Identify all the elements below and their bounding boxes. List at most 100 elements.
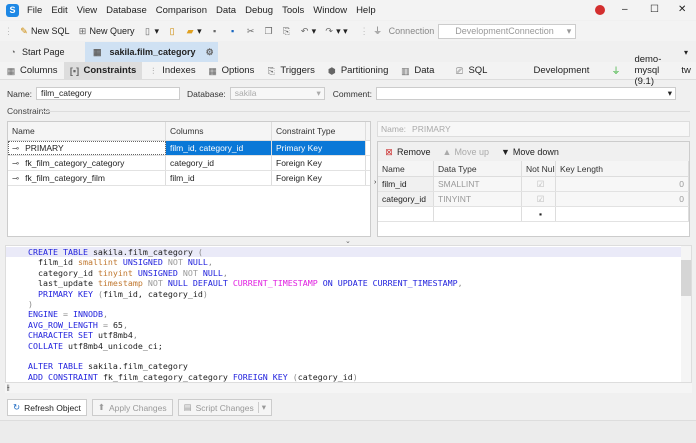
new-query-button[interactable]: ⊞ New Query <box>78 26 135 36</box>
constraint-columns-cell[interactable]: film_id, category_id <box>166 141 272 155</box>
new-row[interactable]: ▪ <box>378 207 689 222</box>
constraint-name-cell[interactable]: ⊸ fk_film_category_category <box>8 156 166 170</box>
sql-editor[interactable]: CREATE TABLE sakila.film_category ( film… <box>5 245 692 383</box>
tab-options[interactable]: ▦ Options <box>202 62 261 80</box>
constraints-icon: [▪] <box>69 65 80 76</box>
move-down-button[interactable]: ▼ Move down <box>501 147 559 157</box>
refresh-object-button[interactable]: ↻ Refresh Object <box>7 399 87 416</box>
empty-cell[interactable] <box>434 207 522 221</box>
column-name-cell[interactable]: category_id <box>378 192 434 206</box>
not-null-checkbox[interactable]: ☑ <box>522 177 556 191</box>
constraint-columns-cell[interactable]: film_id <box>166 171 272 185</box>
tab-partitioning[interactable]: ⬢ Partitioning <box>321 62 395 80</box>
constraint-type-cell[interactable]: Foreign Key <box>272 171 366 185</box>
menu-view[interactable]: View <box>77 5 97 16</box>
key-length-cell[interactable]: 0 <box>556 192 689 206</box>
save-button[interactable]: ▪ <box>210 26 220 36</box>
key-column-row[interactable]: film_id SMALLINT ☑ 0 <box>378 177 689 192</box>
undo-button[interactable]: ↶ ▾ <box>300 26 316 37</box>
tabs-dropdown[interactable]: ▾ <box>684 48 688 57</box>
constraint-type-cell[interactable]: Primary Key <box>272 141 366 155</box>
tab-start-page[interactable]: ◔ Start Page <box>0 42 85 62</box>
open-folder-button[interactable]: ▰ ▾ <box>185 26 202 37</box>
paste-button[interactable]: ⎘ <box>282 26 292 36</box>
horizontal-scrollbar[interactable]: ⫲ <box>5 383 692 393</box>
splitter-handle[interactable]: ⌄ <box>345 237 351 245</box>
tab-triggers[interactable]: ⎘ Triggers <box>260 62 321 80</box>
menu-debug[interactable]: Debug <box>245 5 273 16</box>
tab-columns[interactable]: ▦ Columns <box>0 62 64 80</box>
vertical-scrollbar[interactable] <box>681 246 691 382</box>
tab-film-category[interactable]: ▦ sakila.film_category ⚙ <box>85 42 218 62</box>
column-header[interactable]: Columns <box>166 122 272 140</box>
code-line: AVG_ROW_LENGTH = 65, <box>6 320 691 330</box>
environment-label[interactable]: Development <box>527 62 595 80</box>
tab-label: Constraints <box>83 65 137 76</box>
split-icon[interactable]: ⫲ <box>7 383 10 392</box>
name-input[interactable]: film_category <box>36 87 181 100</box>
tab-constraints[interactable]: [▪] Constraints <box>63 61 143 80</box>
indexes-icon: ⫶ <box>152 65 155 76</box>
column-header[interactable]: Name <box>8 122 166 140</box>
minimize-button[interactable]: – <box>622 4 628 15</box>
data-type-cell: TINYINT <box>434 192 522 206</box>
menu-file[interactable]: File <box>27 5 42 16</box>
copy-button[interactable]: ❐ <box>264 26 274 36</box>
column-header[interactable]: Key Length <box>556 161 689 176</box>
tab-close-icon[interactable]: ⚙ <box>206 47 214 57</box>
constraint-row[interactable]: ⊸ fk_film_category_film film_id Foreign Key <box>8 171 370 186</box>
column-name-cell[interactable]: film_id <box>378 177 434 191</box>
column-header[interactable]: Constraint Type <box>272 122 366 140</box>
remove-button[interactable]: ⊠ Remove <box>384 147 430 157</box>
tab-data[interactable]: ▥ Data <box>394 62 440 80</box>
tab-sql[interactable]: ⎚ SQL <box>448 62 493 80</box>
column-header[interactable]: Data Type <box>434 161 522 176</box>
constraint-type-cell[interactable]: Foreign Key <box>272 156 366 170</box>
constraint-name-cell[interactable]: ⊸ fk_film_category_film <box>8 171 166 185</box>
database-select[interactable]: sakila ▾ <box>229 87 325 100</box>
save-all-button[interactable]: ▪ <box>228 26 238 36</box>
menu-window[interactable]: Window <box>313 5 347 16</box>
column-header[interactable]: Not Null <box>522 161 556 176</box>
redo-button[interactable]: ↷ ▾ ▾ <box>324 26 347 37</box>
code-token: NULL DEFAULT <box>167 278 233 289</box>
connection-select[interactable]: DevelopmentConnection ▾ <box>438 23 577 39</box>
menu-comparison[interactable]: Comparison <box>156 5 207 16</box>
menu-tools[interactable]: Tools <box>282 5 304 16</box>
menu-help[interactable]: Help <box>356 5 376 16</box>
cut-button[interactable]: ✂ <box>246 26 256 36</box>
close-button[interactable]: ✕ <box>678 4 686 15</box>
menu-data[interactable]: Data <box>216 5 236 16</box>
menu-edit[interactable]: Edit <box>51 5 67 16</box>
constraint-row[interactable]: ⊸ PRIMARY film_id, category_id Primary Key <box>8 141 370 156</box>
database-selector[interactable]: tw▾ <box>675 62 696 80</box>
open-button[interactable]: ▯ <box>167 26 177 36</box>
not-null-checkbox[interactable]: ▪ <box>522 207 556 221</box>
maximize-button[interactable]: ☐ <box>650 4 659 15</box>
constraint-name-input[interactable]: PRIMARY <box>412 124 451 134</box>
new-object-button[interactable]: ▯ ▾ <box>143 26 159 37</box>
not-null-checkbox[interactable]: ☑ <box>522 192 556 206</box>
tab-indexes[interactable]: ⫶ Indexes <box>142 62 201 80</box>
key-length-cell[interactable]: 0 <box>556 177 689 191</box>
menu-database[interactable]: Database <box>106 5 147 16</box>
script-changes-button[interactable]: ▤ Script Changes ▾ <box>177 399 273 416</box>
script-icon: ▤ <box>183 402 192 412</box>
splitter-arrow-icon[interactable]: › <box>374 179 376 186</box>
user-avatar[interactable] <box>595 5 605 15</box>
tab-label: Columns <box>20 65 58 76</box>
constraint-name-cell[interactable]: ⊸ PRIMARY <box>8 141 166 155</box>
apply-changes-button[interactable]: ⬆ Apply Changes <box>91 399 173 416</box>
connection-label[interactable]: demo-mysql (9.1) <box>628 54 667 87</box>
move-up-button[interactable]: ▲ Move up <box>443 147 489 157</box>
plug-icon: ⏚ <box>611 65 621 76</box>
empty-cell[interactable] <box>556 207 689 221</box>
constraint-columns-cell[interactable]: category_id <box>166 156 272 170</box>
constraint-row[interactable]: ⊸ fk_film_category_category category_id For… <box>8 156 370 171</box>
key-column-row[interactable]: category_id TINYINT ☑ 0 <box>378 192 689 207</box>
column-header[interactable]: Name <box>378 161 434 176</box>
empty-cell[interactable] <box>378 207 434 221</box>
new-sql-button[interactable]: ✎ New SQL <box>19 26 69 36</box>
comment-input[interactable]: ▾ <box>376 87 677 100</box>
tab-label: SQL <box>468 65 488 76</box>
